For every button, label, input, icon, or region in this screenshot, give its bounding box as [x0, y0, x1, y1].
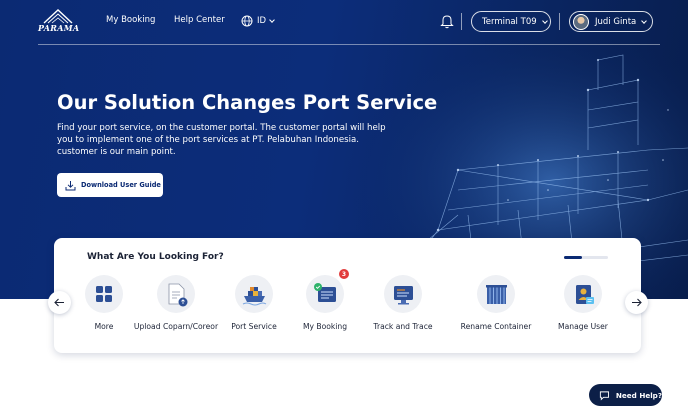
need-help-label: Need Help? [615, 390, 662, 400]
nav-link-my-booking[interactable]: My Booking [106, 15, 155, 25]
page: PARAMA My Booking Help Center ID Termina… [0, 0, 688, 418]
booking-icon [306, 275, 344, 313]
top-nav: PARAMA My Booking Help Center ID Termina… [0, 0, 688, 44]
need-help-button[interactable]: Need Help? [589, 384, 662, 406]
download-user-guide-label: Download User Guide [81, 181, 161, 189]
service-label: My Booking [302, 322, 348, 331]
service-item-my-booking[interactable]: 3 My Booking [280, 269, 370, 335]
monitor-icon [384, 275, 422, 313]
services-title: What Are You Looking For? [87, 252, 224, 262]
service-label: Track and Trace [373, 322, 433, 331]
terminal-selector[interactable]: Terminal T09 [471, 11, 551, 32]
nav-divider [559, 13, 560, 30]
download-icon [65, 180, 76, 190]
chevron-down-icon [641, 17, 648, 24]
avatar [573, 13, 589, 30]
booking-count-badge: 3 [339, 269, 349, 279]
service-label: Manage User [558, 322, 608, 331]
grid-icon [85, 275, 123, 313]
globe-icon [241, 15, 253, 27]
chevron-down-icon [541, 17, 548, 24]
services-card: What Are You Looking For? More Upload Co… [54, 238, 641, 353]
terminal-label: Terminal T09 [482, 16, 537, 27]
nav-divider [461, 13, 462, 30]
language-selector[interactable]: ID [241, 12, 275, 30]
parama-logo[interactable]: PARAMA [38, 8, 80, 36]
arrow-right-icon [632, 298, 642, 307]
user-name: Judi Ginta [595, 16, 637, 27]
service-label: Rename Container [460, 322, 532, 331]
language-label: ID [257, 16, 267, 26]
hero-title: Our Solution Changes Port Service [57, 91, 438, 114]
download-user-guide-button[interactable]: Download User Guide [57, 173, 163, 197]
logo-text: PARAMA [38, 23, 80, 33]
service-item-upload-coparn[interactable]: Upload Coparn/Coreor [131, 275, 221, 335]
chat-icon [599, 390, 609, 400]
carousel-scrollbar[interactable] [564, 256, 608, 259]
user-menu[interactable]: Judi Ginta [569, 11, 653, 32]
service-item-rename-container[interactable]: Rename Container [451, 275, 541, 335]
nav-underline [38, 44, 660, 45]
service-label: Upload Coparn/Coreor [133, 322, 219, 331]
arrow-left-icon [54, 298, 64, 307]
carousel-prev-button[interactable] [48, 291, 71, 314]
user-card-icon [564, 275, 602, 313]
logo-wave-icon [43, 9, 73, 24]
nav-link-help-center[interactable]: Help Center [174, 15, 225, 25]
carousel-scrollbar-thumb[interactable] [564, 256, 582, 259]
bell-icon[interactable] [440, 13, 454, 29]
ship-icon [235, 275, 273, 313]
chevron-down-icon [269, 17, 275, 23]
container-icon [477, 275, 515, 313]
upload-document-icon [157, 275, 195, 313]
carousel-next-button[interactable] [625, 291, 648, 314]
service-item-manage-user[interactable]: Manage User [538, 275, 628, 335]
hero-description: Find your port service, on the customer … [57, 123, 386, 157]
service-item-track-and-trace[interactable]: Track and Trace [358, 275, 448, 335]
